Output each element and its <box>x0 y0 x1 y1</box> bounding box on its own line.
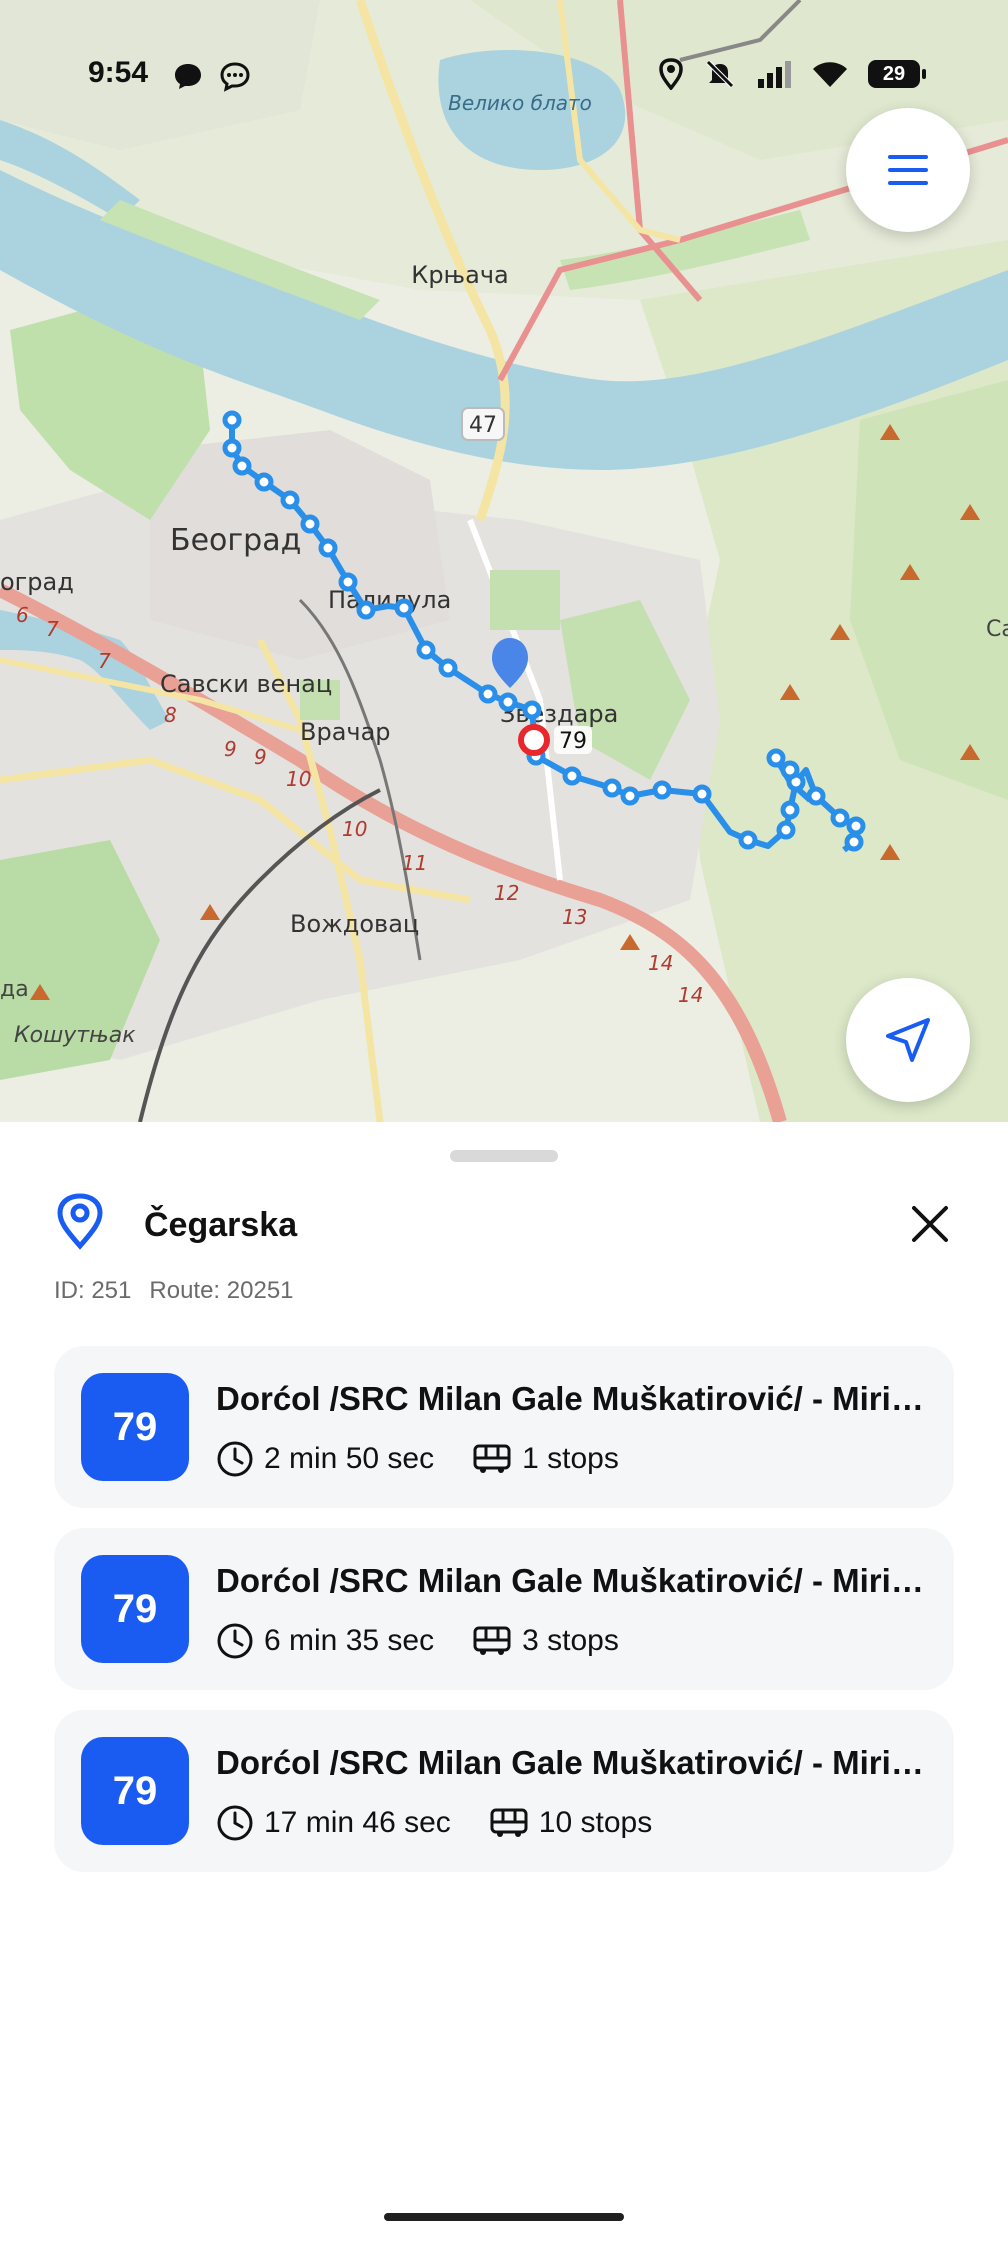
road-number-label: 7 <box>98 649 111 673</box>
bus-icon <box>473 1626 511 1655</box>
stop-header: Čegarska <box>54 1192 954 1262</box>
navigation-arrow-icon <box>886 1018 930 1062</box>
signal-icon <box>758 61 791 88</box>
road-number-label: 9 <box>254 745 267 769</box>
road-number-label: 11 <box>402 851 427 875</box>
arrival-stops: 1 stops <box>522 1442 619 1475</box>
arrival-time: 17 min 46 sec <box>264 1806 451 1839</box>
status-bar: 9:54 29 <box>0 50 1008 100</box>
my-location-button[interactable] <box>846 978 970 1102</box>
arrival-stops: 10 stops <box>538 1806 653 1839</box>
status-time: 9:54 <box>88 56 149 89</box>
arrival-time: 6 min 35 sec <box>264 1624 435 1657</box>
bus-icon <box>473 1444 511 1473</box>
close-icon[interactable] <box>906 1200 954 1248</box>
chat-icon <box>220 62 250 92</box>
arrival-title: Dorćol /SRC Milan Gale Muškatirović/ - M… <box>216 1744 926 1781</box>
mute-icon <box>706 60 734 88</box>
arrival-stops: 3 stops <box>522 1624 619 1657</box>
hamburger-menu-icon <box>888 155 928 185</box>
stop-id: ID: 251 <box>54 1277 132 1304</box>
sa-label: Са <box>986 617 1008 642</box>
sheet-drag-handle[interactable] <box>450 1150 558 1162</box>
wifi-icon <box>813 62 847 87</box>
arrival-title: Dorćol /SRC Milan Gale Muškatirović/ - M… <box>216 1380 926 1417</box>
arrival-card[interactable]: 79 Dorćol /SRC Milan Gale Muškatirović/ … <box>54 1346 954 1508</box>
kosutnjak-label: Кошутњак <box>14 1023 136 1048</box>
stop-route: Route: 20251 <box>149 1277 294 1304</box>
savski-venac-label: Савски венац <box>160 670 332 698</box>
clock-icon <box>217 1805 253 1841</box>
road-number-label: 7 <box>46 617 59 641</box>
road-number-label: 6 <box>16 603 29 627</box>
road-number-label: 14 <box>648 951 673 975</box>
vozdovac-label: Вождовац <box>290 910 419 938</box>
road-number-label: 10 <box>286 767 311 791</box>
beograd-label: Београд <box>170 523 301 558</box>
stop-name: Čegarska <box>144 1206 298 1244</box>
stop-details-sheet: Čegarska ID: 251 Route: 20251 79 Dorćol … <box>0 1122 1008 2244</box>
road-number-label: 10 <box>342 817 367 841</box>
home-indicator[interactable] <box>384 2213 624 2221</box>
bus-icon <box>490 1808 528 1837</box>
ga-label: да <box>0 977 29 1002</box>
krnjaca-label: Крњача <box>411 261 508 289</box>
message-icon <box>175 64 201 89</box>
road-number-label: 14 <box>678 983 703 1007</box>
arrival-time: 2 min 50 sec <box>264 1442 435 1475</box>
vracar-label: Врачар <box>300 718 391 746</box>
line-badge: 79 <box>81 1555 189 1663</box>
grad-label: оград <box>0 568 74 596</box>
stop-marker-route-label: 79 <box>559 729 587 754</box>
menu-button[interactable] <box>846 108 970 232</box>
map-pin-icon <box>57 1193 103 1250</box>
battery-indicator: 29 <box>868 60 926 88</box>
road-number-label: 13 <box>562 905 587 929</box>
road-number-label: 9 <box>224 737 237 761</box>
arrival-title: Dorćol /SRC Milan Gale Muškatirović/ - M… <box>216 1562 926 1599</box>
arrival-card[interactable]: 79 Dorćol /SRC Milan Gale Muškatirović/ … <box>54 1528 954 1690</box>
clock-icon <box>217 1441 253 1477</box>
line-badge: 79 <box>81 1737 189 1845</box>
selected-stop-marker[interactable]: 79 <box>518 724 592 756</box>
line-badge: 79 <box>81 1373 189 1481</box>
arrival-card[interactable]: 79 Dorćol /SRC Milan Gale Muškatirović/ … <box>54 1710 954 1872</box>
location-icon <box>659 58 683 90</box>
road-47-label: 47 <box>469 413 497 438</box>
road-number-label: 8 <box>164 703 177 727</box>
road-number-label: 12 <box>494 881 519 905</box>
clock-icon <box>217 1623 253 1659</box>
stop-meta: ID: 251 Route: 20251 <box>54 1277 294 1305</box>
